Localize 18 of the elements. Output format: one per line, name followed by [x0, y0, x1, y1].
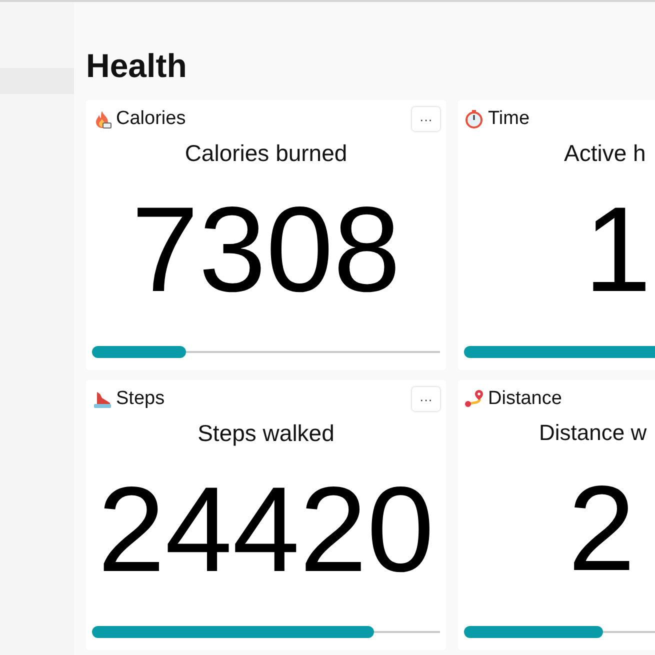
- card-label: Time: [488, 108, 531, 130]
- card-label: Calories: [116, 108, 187, 130]
- map-pin-icon: [464, 389, 484, 409]
- metric-value: 2: [567, 459, 636, 598]
- card-subtitle: Distance w: [538, 420, 647, 446]
- shoe-icon: [92, 389, 112, 409]
- more-button[interactable]: ···: [412, 107, 440, 131]
- card-label: Steps: [116, 388, 166, 410]
- more-button[interactable]: ···: [412, 387, 440, 411]
- stopwatch-icon: [464, 109, 484, 129]
- metric-value: 1: [583, 180, 652, 319]
- card-subtitle: Steps walked: [198, 420, 334, 447]
- card-subtitle: Calories burned: [184, 140, 348, 167]
- page-title: Health: [86, 46, 188, 86]
- card-subtitle: Active h: [563, 140, 646, 167]
- metric-value: 7308: [131, 180, 401, 319]
- card-label: Distance: [488, 388, 563, 410]
- metric-value: 24420: [98, 460, 434, 599]
